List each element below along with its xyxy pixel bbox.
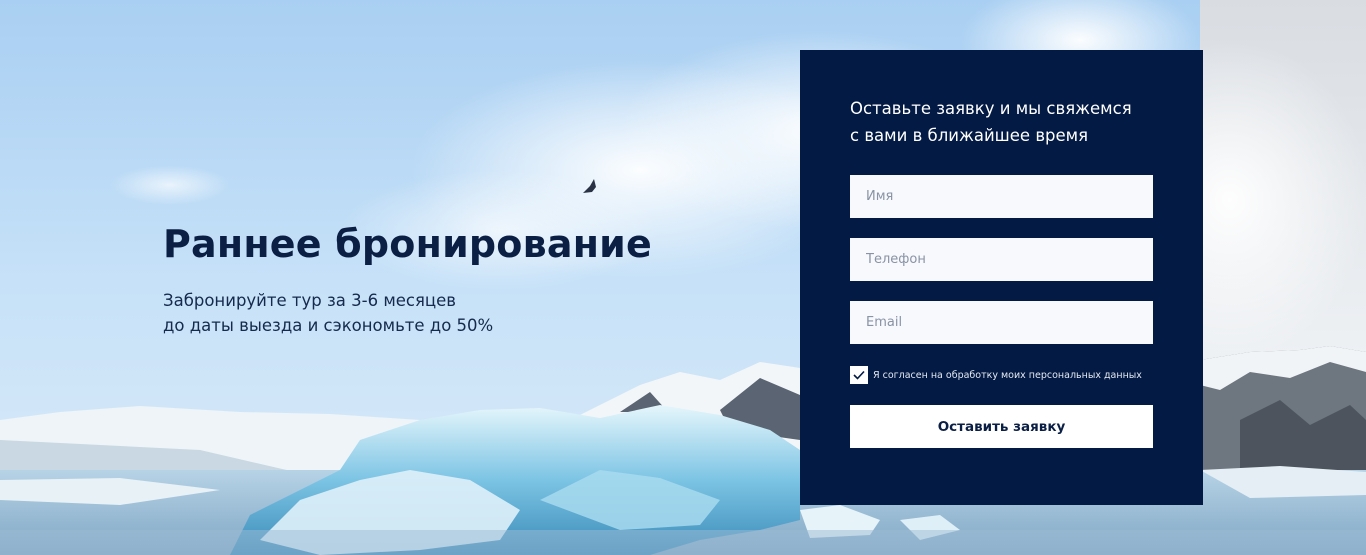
consent-row: Я согласен на обработку моих персональны… <box>850 366 1153 384</box>
hero-section: Раннее бронирование Забронируйте тур за … <box>163 222 723 338</box>
email-input[interactable] <box>850 301 1153 344</box>
phone-input[interactable] <box>850 238 1153 281</box>
hero-subtitle-line-1: Забронируйте тур за 3-6 месяцев <box>163 291 457 310</box>
submit-request-button[interactable]: Оставить заявку <box>850 405 1153 448</box>
hero-subtitle-line-2: до даты выезда и сэкономьте до 50% <box>163 316 494 335</box>
consent-label: Я согласен на обработку моих персональны… <box>873 369 1142 381</box>
hero-title: Раннее бронирование <box>163 222 652 266</box>
name-input[interactable] <box>850 175 1153 218</box>
form-heading: Оставьте заявку и мы свяжемся с вами в б… <box>850 95 1153 149</box>
request-form-panel: Оставьте заявку и мы свяжемся с вами в б… <box>800 50 1203 505</box>
consent-checkbox[interactable] <box>850 366 868 384</box>
form-heading-line-1: Оставьте заявку и мы свяжемся <box>850 99 1132 118</box>
hero-subtitle: Забронируйте тур за 3-6 месяцев до даты … <box>163 288 723 338</box>
check-icon <box>853 370 865 380</box>
form-heading-line-2: с вами в ближайшее время <box>850 126 1089 145</box>
